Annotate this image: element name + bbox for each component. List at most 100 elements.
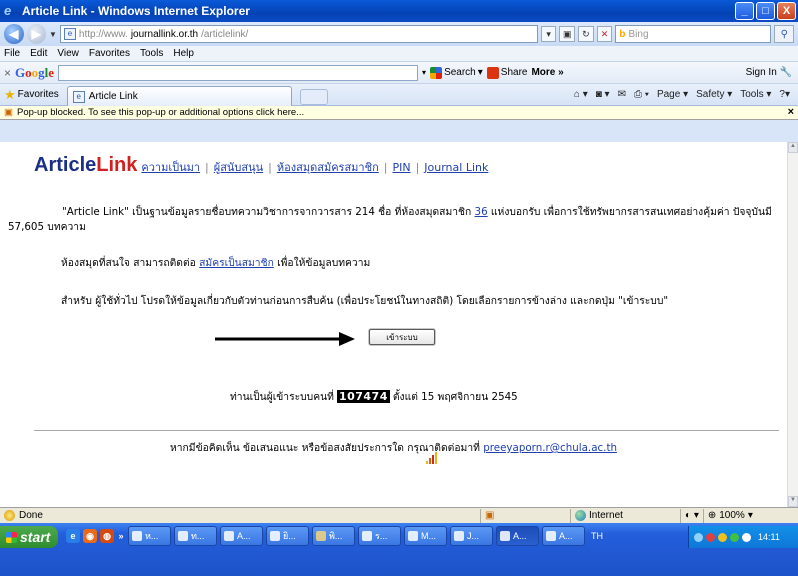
stop-button[interactable]: ✕ xyxy=(596,26,613,42)
ie-quicklaunch-icon[interactable]: e xyxy=(66,529,80,543)
ie-icon xyxy=(178,531,188,541)
search-icon[interactable]: ⚲ xyxy=(774,25,795,43)
taskbar-button-6[interactable]: ร... xyxy=(358,526,401,546)
menu-edit[interactable]: Edit xyxy=(30,48,47,59)
vertical-scrollbar[interactable]: ▲ ▼ xyxy=(787,142,798,507)
print-icon[interactable]: ⎙ ▾ xyxy=(634,89,649,100)
tray-update-icon[interactable] xyxy=(718,532,727,542)
maximize-button[interactable]: □ xyxy=(756,2,775,20)
url-domain: journallink.or.th xyxy=(130,28,199,40)
page-icon: e xyxy=(72,90,85,103)
share-button[interactable]: Share xyxy=(486,66,527,79)
wrench-icon: 🔧 xyxy=(779,67,792,78)
close-infobar-icon[interactable]: × xyxy=(788,106,794,118)
document-icon xyxy=(546,531,556,541)
nav-member-libraries-link[interactable]: ห้องสมุดสมัครสมาชิก xyxy=(277,158,379,176)
infobar-message: Pop-up blocked. To see this pop-up or ad… xyxy=(16,107,305,118)
close-toolbar-icon[interactable]: × xyxy=(4,66,11,80)
share-icon xyxy=(486,66,499,79)
taskbar-button-4[interactable]: ยิ... xyxy=(266,526,309,546)
globe-icon xyxy=(575,510,586,521)
start-button[interactable]: start xyxy=(0,526,58,548)
close-button[interactable]: X xyxy=(777,2,796,20)
tools-menu[interactable]: Tools ▾ xyxy=(740,89,771,100)
menu-bar: File Edit View Favorites Tools Help xyxy=(0,46,798,62)
address-row: ◀ ▶ ▼ e http://www. journallink.or.th/art… xyxy=(0,22,798,46)
forward-button[interactable]: ▶ xyxy=(26,24,46,44)
nav-journal-link[interactable]: Journal Link xyxy=(424,161,488,174)
address-input[interactable]: e http://www. journallink.or.th/articleli… xyxy=(59,25,538,43)
scroll-up-icon[interactable]: ▲ xyxy=(788,142,798,153)
zoom-control[interactable]: ⊕ 100% ▾ xyxy=(702,508,757,523)
taskbar-button-2[interactable]: ท... xyxy=(174,526,217,546)
site-logo: ArticleLink xyxy=(34,154,138,176)
media-quicklaunch-icon[interactable]: ◉ xyxy=(83,529,97,543)
page-status-icon xyxy=(4,510,15,521)
help-icon[interactable]: ?▾ xyxy=(779,89,790,100)
tray-volume-icon[interactable] xyxy=(742,532,751,542)
nav-history-link[interactable]: ความเป็นมา xyxy=(141,158,200,176)
taskbar-button-9[interactable]: A... xyxy=(496,526,539,546)
zone-segment[interactable]: Internet xyxy=(570,508,680,523)
menu-tools[interactable]: Tools xyxy=(140,48,163,59)
url-prefix: http://www. xyxy=(78,28,128,40)
favorites-button[interactable]: ★ Favorites xyxy=(4,87,59,103)
tab-article-link[interactable]: e Article Link xyxy=(66,86,292,106)
menu-favorites[interactable]: Favorites xyxy=(89,48,130,59)
protected-mode-icon[interactable]: ◐ ▾ xyxy=(680,508,703,523)
menu-view[interactable]: View xyxy=(57,48,79,59)
nav-pin-link[interactable]: PIN xyxy=(392,161,410,174)
shield-icon: ▣ xyxy=(4,107,13,118)
menu-file[interactable]: File xyxy=(4,48,20,59)
back-button[interactable]: ◀ xyxy=(4,24,24,44)
expand-icon[interactable]: » xyxy=(117,529,125,543)
member-count-link[interactable]: 36 xyxy=(475,206,488,218)
address-dropdown-button[interactable]: ▾ xyxy=(540,26,557,42)
google-dropdown-icon[interactable]: ▾ xyxy=(422,68,426,77)
popup-icon: ▣ xyxy=(485,510,495,521)
taskbar-button-3[interactable]: A... xyxy=(220,526,263,546)
refresh-button[interactable]: ↻ xyxy=(578,26,594,42)
instructions-paragraph: สำหรับ ผู้ใช้ทั่วไป โปรดให้ข้อมูลเกี่ยวก… xyxy=(61,295,669,307)
more-button[interactable]: More » xyxy=(531,67,563,78)
minimize-button[interactable]: _ xyxy=(735,2,754,20)
nav-sponsors-link[interactable]: ผู้สนับสนุน xyxy=(214,158,263,176)
taskbar-button-8[interactable]: J... xyxy=(450,526,493,546)
new-tab-button[interactable] xyxy=(299,88,328,105)
zoom-icon: ⊕ xyxy=(707,510,717,521)
star-icon: ★ xyxy=(4,86,16,102)
compatibility-icon[interactable]: ▣ xyxy=(559,26,576,42)
security-segment: ▣ xyxy=(480,508,570,523)
register-member-link[interactable]: สมัครเป็นสมาชิก xyxy=(199,257,274,269)
taskbar-button-1[interactable]: ห... xyxy=(128,526,171,546)
home-icon[interactable]: ⌂ ▾ xyxy=(574,89,588,100)
language-indicator[interactable]: TH xyxy=(591,531,603,541)
google-search-input[interactable] xyxy=(58,64,419,81)
tray-network-icon[interactable] xyxy=(694,532,703,542)
sign-in-button[interactable]: Sign In 🔧 xyxy=(746,67,792,78)
history-dropdown-icon[interactable]: ▼ xyxy=(49,30,57,39)
arrow-right-icon xyxy=(215,332,355,346)
taskbar-button-10[interactable]: A... xyxy=(542,526,585,546)
favorites-bar: ★ Favorites e Article Link ⌂ ▾ ◙ ▾ ✉ ⎙ ▾… xyxy=(0,84,798,106)
enter-system-button[interactable]: เข้าระบบ xyxy=(369,329,435,345)
page-menu[interactable]: Page ▾ xyxy=(657,89,688,100)
menu-help[interactable]: Help xyxy=(173,48,194,59)
tray-antivirus-icon[interactable] xyxy=(730,532,739,542)
tray-security-icon[interactable] xyxy=(706,532,715,542)
safety-menu[interactable]: Safety ▾ xyxy=(696,89,732,100)
feeds-icon[interactable]: ◙ ▾ xyxy=(596,89,610,100)
ie-icon xyxy=(132,531,142,541)
scroll-down-icon[interactable]: ▼ xyxy=(788,496,798,507)
firefox-quicklaunch-icon[interactable]: ◍ xyxy=(100,529,114,543)
counter-value: 107474 xyxy=(336,390,390,403)
mail-icon[interactable]: ✉ xyxy=(618,89,626,100)
clock: 14:11 xyxy=(758,532,780,542)
google-search-button[interactable]: Search ▾ xyxy=(430,66,483,79)
taskbar-button-5[interactable]: พิ... xyxy=(312,526,355,546)
popup-blocked-infobar[interactable]: ▣ Pop-up blocked. To see this pop-up or … xyxy=(0,106,798,120)
bing-search-input[interactable]: b Bing xyxy=(615,25,772,43)
contact-email-link[interactable]: preeyaporn.r@chula.ac.th xyxy=(483,442,617,454)
site-header: ArticleLink ความเป็นมา | ผู้สนับสนุน | ห… xyxy=(34,154,489,176)
taskbar-button-7[interactable]: M... xyxy=(404,526,447,546)
